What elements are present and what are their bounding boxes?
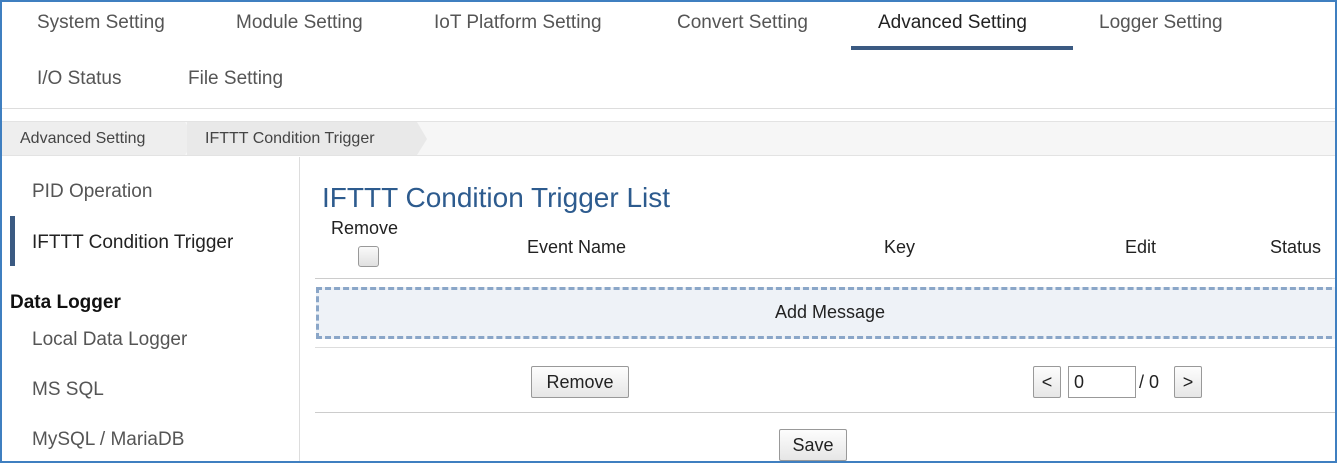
tab-iot-platform-setting[interactable]: IoT Platform Setting <box>434 12 602 34</box>
tab-io-status[interactable]: I/O Status <box>37 68 121 90</box>
sidebar-item-local-data-logger[interactable]: Local Data Logger <box>32 329 187 351</box>
breadcrumb-item-advanced-setting[interactable]: Advanced Setting <box>2 122 185 155</box>
column-header-status: Status <box>1270 237 1322 257</box>
sidebar-item-pid-operation[interactable]: PID Operation <box>32 181 152 203</box>
next-page-button[interactable]: > <box>1174 366 1202 398</box>
breadcrumb: Advanced Setting IFTTT Condition Trigger <box>2 121 1335 156</box>
sidebar-item-ms-sql[interactable]: MS SQL <box>32 379 104 401</box>
top-tab-bar: System Setting Module Setting IoT Platfo… <box>2 2 1335 109</box>
column-header-key: Key <box>884 237 916 257</box>
breadcrumb-item-ifttt[interactable]: IFTTT Condition Trigger <box>187 122 417 155</box>
table-controls: Remove < / 0 > <box>315 347 1335 413</box>
breadcrumb-end-icon <box>417 122 427 155</box>
sidebar: PID Operation IFTTT Condition Trigger Da… <box>2 157 300 461</box>
app-frame: System Setting Module Setting IoT Platfo… <box>0 0 1337 463</box>
sidebar-item-mysql-mariadb[interactable]: MySQL / MariaDB <box>32 429 184 451</box>
save-button[interactable]: Save <box>779 429 847 461</box>
column-header-edit: Edit <box>1125 237 1157 257</box>
add-message-button[interactable]: Add Message <box>316 287 1335 339</box>
column-header-remove: Remove <box>331 218 399 238</box>
page-total-label: / 0 <box>1139 372 1160 392</box>
active-tab-indicator <box>851 46 1073 50</box>
tab-advanced-setting[interactable]: Advanced Setting <box>878 12 1027 34</box>
tab-module-setting[interactable]: Module Setting <box>236 12 363 34</box>
tab-logger-setting[interactable]: Logger Setting <box>1099 12 1223 34</box>
prev-page-button[interactable]: < <box>1033 366 1061 398</box>
tab-system-setting[interactable]: System Setting <box>37 12 165 34</box>
tab-file-setting[interactable]: File Setting <box>188 68 283 90</box>
page-number-input[interactable] <box>1068 366 1136 398</box>
tab-convert-setting[interactable]: Convert Setting <box>677 12 808 34</box>
sidebar-section-data-logger: Data Logger <box>10 292 121 313</box>
sidebar-item-ifttt-condition-trigger[interactable]: IFTTT Condition Trigger <box>32 232 233 254</box>
select-all-checkbox[interactable] <box>358 246 379 267</box>
sidebar-active-indicator <box>10 216 15 266</box>
table-header: Remove Event Name Key Edit Status <box>315 212 1335 279</box>
page-title: IFTTT Condition Trigger List <box>322 182 671 213</box>
remove-button[interactable]: Remove <box>531 366 629 398</box>
column-header-event-name: Event Name <box>527 237 627 257</box>
